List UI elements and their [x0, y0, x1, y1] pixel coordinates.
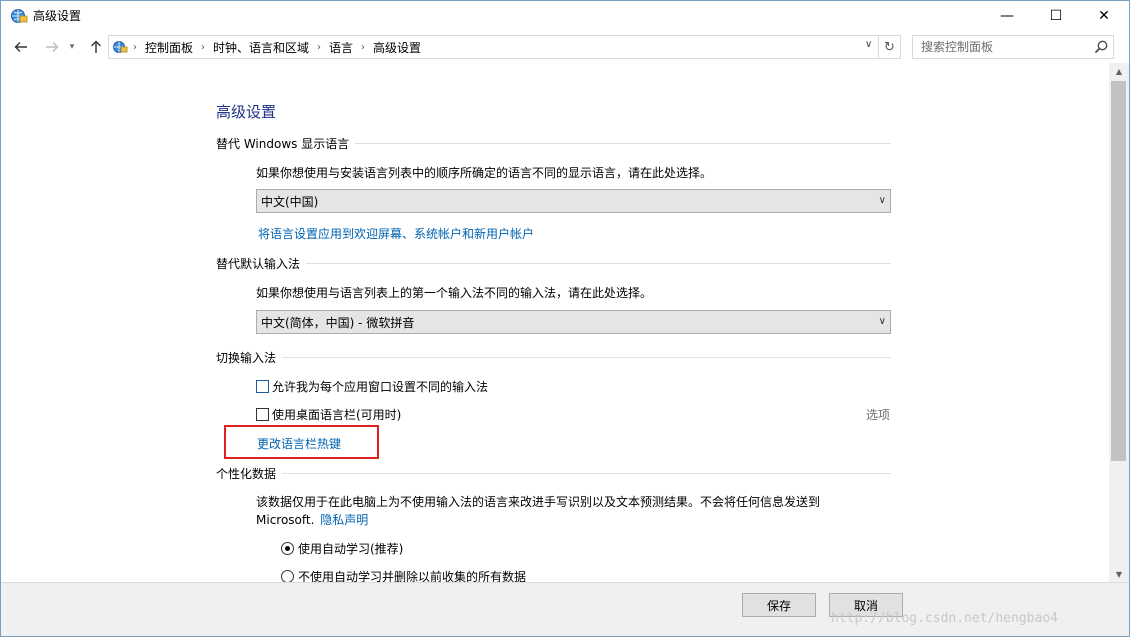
window-title: 高级设置 [33, 9, 82, 23]
section-heading: 个性化数据 [216, 466, 277, 481]
section-divider [282, 472, 891, 474]
settings-content: 高级设置 替代 Windows 显示语言 如果你想使用与安装语言列表中的顺序所确… [1, 63, 1109, 582]
back-arrow-icon[interactable] [10, 36, 32, 58]
search-icon[interactable] [1093, 39, 1109, 55]
recent-locations-chevron-icon[interactable]: ▾ [65, 36, 79, 58]
breadcrumb-clock-language-region[interactable]: 时钟、语言和区域 [213, 39, 309, 56]
forward-arrow-icon[interactable] [41, 36, 63, 58]
breadcrumb: › 控制面板 › 时钟、语言和区域 › 语言 › 高级设置 [133, 36, 421, 58]
breadcrumb-separator-icon: › [133, 41, 137, 53]
dropdown-value: 中文(中国) [261, 194, 319, 209]
section-heading: 替代 Windows 显示语言 [216, 136, 350, 151]
address-dropdown-chevron-icon[interactable]: ∨ [865, 39, 872, 50]
input-method-dropdown[interactable]: 中文(简体，中国) - 微软拼音 ∨ [256, 310, 891, 334]
page-title: 高级设置 [216, 103, 277, 121]
auto-learning-radio-row[interactable]: 使用自动学习(推荐) [281, 540, 403, 557]
apply-language-settings-link[interactable]: 将语言设置应用到欢迎屏幕、系统帐户和新用户帐户 [258, 225, 534, 242]
no-auto-learning-radio-row[interactable]: 不使用自动学习并删除以前收集的所有数据 [281, 568, 526, 582]
watermark-text: http://blog.csdn.net/hengbao4 [831, 611, 1058, 626]
checkbox-label[interactable]: 允许我为每个应用窗口设置不同的输入法 [272, 378, 488, 395]
chevron-down-icon: ∨ [878, 316, 886, 327]
vertical-scrollbar[interactable]: ▲ ▼ [1109, 63, 1129, 582]
section-personalization: 个性化数据 [216, 465, 891, 481]
section-input-method: 替代默认输入法 [216, 255, 891, 271]
breadcrumb-separator-icon: › [317, 41, 322, 53]
no-auto-learning-radio[interactable] [281, 570, 294, 582]
language-bar-options-link[interactable]: 选项 [866, 406, 890, 423]
radio-label[interactable]: 使用自动学习(推荐) [298, 540, 403, 557]
per-app-input-method-checkbox-row[interactable]: 允许我为每个应用窗口设置不同的输入法 [256, 378, 488, 395]
change-language-bar-hotkeys-link[interactable]: 更改语言栏热键 [257, 435, 341, 452]
dropdown-value: 中文(简体，中国) - 微软拼音 [261, 315, 415, 330]
chevron-down-icon: ∨ [878, 195, 886, 206]
up-arrow-icon[interactable] [85, 36, 107, 58]
breadcrumb-language[interactable]: 语言 [329, 39, 353, 56]
breadcrumb-separator-icon: › [201, 41, 206, 53]
checkbox-label[interactable]: 使用桌面语言栏(可用时) [272, 406, 401, 423]
personalization-description: 该数据仅用于在此电脑上为不使用输入法的语言来改进手写识别以及文本预测结果。不会将… [256, 495, 821, 509]
search-input[interactable] [913, 36, 1089, 58]
privacy-statement-link[interactable]: 隐私声明 [320, 513, 368, 527]
footer-bar: 保存 取消 http://blog.csdn.net/hengbao4 [1, 582, 1129, 636]
search-box[interactable] [912, 35, 1114, 59]
section-display-language: 替代 Windows 显示语言 [216, 135, 891, 151]
language-globe-icon [11, 9, 28, 23]
personalization-description-line2: Microsoft. 隐私声明 [256, 511, 368, 528]
navigation-bar: ▾ › 控制面板 › 时钟、语言和区域 › 语言 › 高级设置 ∨ ↻ [1, 31, 1129, 63]
advanced-settings-window: 高级设置 — ☐ ✕ ▾ › 控制面板 › 时钟、语言和区域 › 语言 › 高级… [0, 0, 1130, 637]
auto-learning-radio[interactable] [281, 542, 294, 555]
minimize-button[interactable]: — [984, 1, 1030, 31]
desktop-language-bar-checkbox[interactable] [256, 408, 269, 421]
radio-label[interactable]: 不使用自动学习并删除以前收集的所有数据 [298, 568, 526, 582]
control-panel-icon [113, 41, 128, 53]
per-app-input-method-checkbox[interactable] [256, 380, 269, 393]
breadcrumb-control-panel[interactable]: 控制面板 [145, 39, 193, 56]
display-language-description: 如果你想使用与安装语言列表中的顺序所确定的语言不同的显示语言，请在此处选择。 [256, 166, 713, 180]
section-heading: 切换输入法 [216, 350, 277, 365]
address-bar[interactable]: › 控制面板 › 时钟、语言和区域 › 语言 › 高级设置 ∨ [108, 35, 879, 59]
input-method-description: 如果你想使用与语言列表上的第一个输入法不同的输入法，请在此处选择。 [256, 286, 653, 300]
section-divider [282, 356, 891, 358]
maximize-button[interactable]: ☐ [1033, 1, 1079, 31]
desktop-language-bar-checkbox-row[interactable]: 使用桌面语言栏(可用时) [256, 406, 401, 423]
section-divider [355, 142, 891, 144]
close-button[interactable]: ✕ [1081, 1, 1127, 31]
breadcrumb-advanced-settings[interactable]: 高级设置 [373, 39, 421, 56]
scroll-down-arrow-icon[interactable]: ▼ [1109, 566, 1129, 582]
display-language-dropdown[interactable]: 中文(中国) ∨ [256, 189, 891, 213]
refresh-icon[interactable]: ↻ [879, 35, 901, 59]
section-switch-input: 切换输入法 [216, 349, 891, 365]
scroll-up-arrow-icon[interactable]: ▲ [1109, 63, 1129, 79]
save-button[interactable]: 保存 [742, 593, 816, 617]
microsoft-text: Microsoft. [256, 513, 315, 527]
scrollbar-thumb[interactable] [1111, 81, 1126, 461]
breadcrumb-separator-icon: › [361, 41, 366, 53]
title-bar: 高级设置 — ☐ ✕ [1, 1, 1129, 31]
section-heading: 替代默认输入法 [216, 256, 301, 271]
section-divider [306, 262, 891, 264]
